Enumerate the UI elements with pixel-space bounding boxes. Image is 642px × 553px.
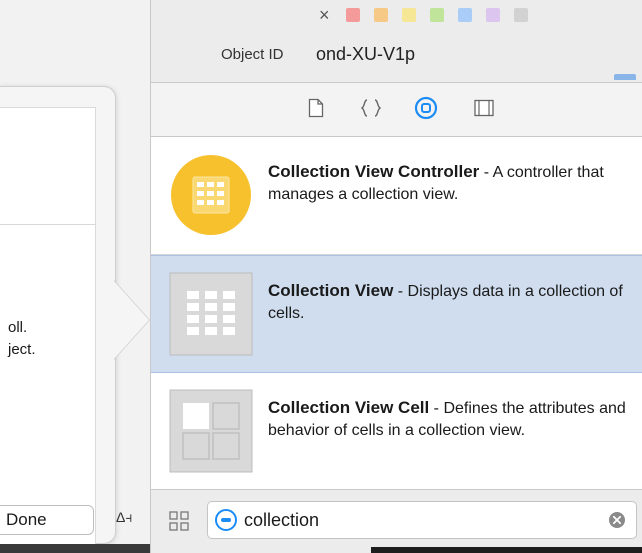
library-item[interactable]: Collection View Controller - A controlle… — [151, 137, 642, 255]
library-item-text: Collection View - Displays data in a col… — [268, 280, 628, 325]
search-input[interactable] — [244, 502, 584, 538]
popover-divider — [0, 224, 96, 225]
popover-text-line: oll. — [8, 319, 28, 336]
tab-media-library[interactable] — [469, 93, 499, 123]
storyboard-canvas[interactable]: oll. ject. Done Δ⫞ — [0, 0, 150, 553]
file-icon — [308, 98, 324, 118]
library-item-selected[interactable]: Collection View - Displays data in a col… — [151, 255, 642, 373]
library-item-name: Collection View Controller — [268, 162, 480, 181]
media-library-icon — [474, 99, 494, 117]
object-library-icon — [414, 96, 438, 120]
collection-view-controller-icon — [171, 155, 251, 235]
library-tab-bar — [151, 83, 642, 137]
label-color-purple[interactable] — [485, 8, 500, 22]
collection-view-cell-icon — [169, 389, 253, 473]
library-item-text: Collection View Cell - Defines the attri… — [268, 397, 628, 442]
label-color-bar: × — [319, 6, 528, 24]
popover-arrow — [113, 280, 149, 360]
tab-code-snippet[interactable] — [356, 93, 386, 123]
braces-icon — [360, 99, 382, 117]
library-item-name: Collection View Cell — [268, 398, 430, 417]
library-item-text: Collection View Controller - A controlle… — [268, 161, 628, 206]
library-item[interactable]: Collection View Cell - Defines the attri… — [151, 373, 642, 491]
library-item-name: Collection View — [268, 281, 394, 300]
scroll-indicator — [614, 74, 636, 80]
tab-file-template[interactable] — [301, 93, 331, 123]
popover-text-line: ject. — [8, 341, 36, 358]
grid-view-icon[interactable] — [168, 510, 190, 532]
popover-text: oll. ject. — [8, 317, 36, 361]
panel-bottom-edge — [371, 547, 642, 553]
label-color-gray[interactable] — [513, 8, 528, 22]
canvas-bottom-edge — [0, 544, 150, 553]
library-filter-bar — [151, 489, 642, 547]
tab-object-library[interactable] — [411, 93, 441, 123]
filter-icon[interactable] — [214, 508, 238, 532]
object-library-list[interactable]: Collection View Controller - A controlle… — [151, 137, 642, 491]
collection-view-icon — [169, 272, 253, 356]
done-button[interactable]: Done — [0, 505, 94, 535]
library-search-field[interactable] — [207, 501, 637, 539]
clear-label-icon[interactable]: × — [319, 6, 330, 24]
popover: oll. ject. — [0, 86, 116, 553]
delta-icon[interactable]: Δ⫞ — [116, 509, 132, 526]
label-color-green[interactable] — [429, 8, 444, 22]
label-color-blue[interactable] — [457, 8, 472, 22]
object-id-value[interactable]: ond-XU-V1p — [316, 44, 415, 65]
label-color-red[interactable] — [345, 8, 360, 22]
utilities-panel: × Object ID ond-XU-V1p Collection View C… — [150, 0, 642, 553]
label-color-yellow[interactable] — [401, 8, 416, 22]
object-id-label: Object ID — [221, 46, 284, 63]
clear-icon[interactable] — [608, 511, 626, 529]
label-color-orange[interactable] — [373, 8, 388, 22]
